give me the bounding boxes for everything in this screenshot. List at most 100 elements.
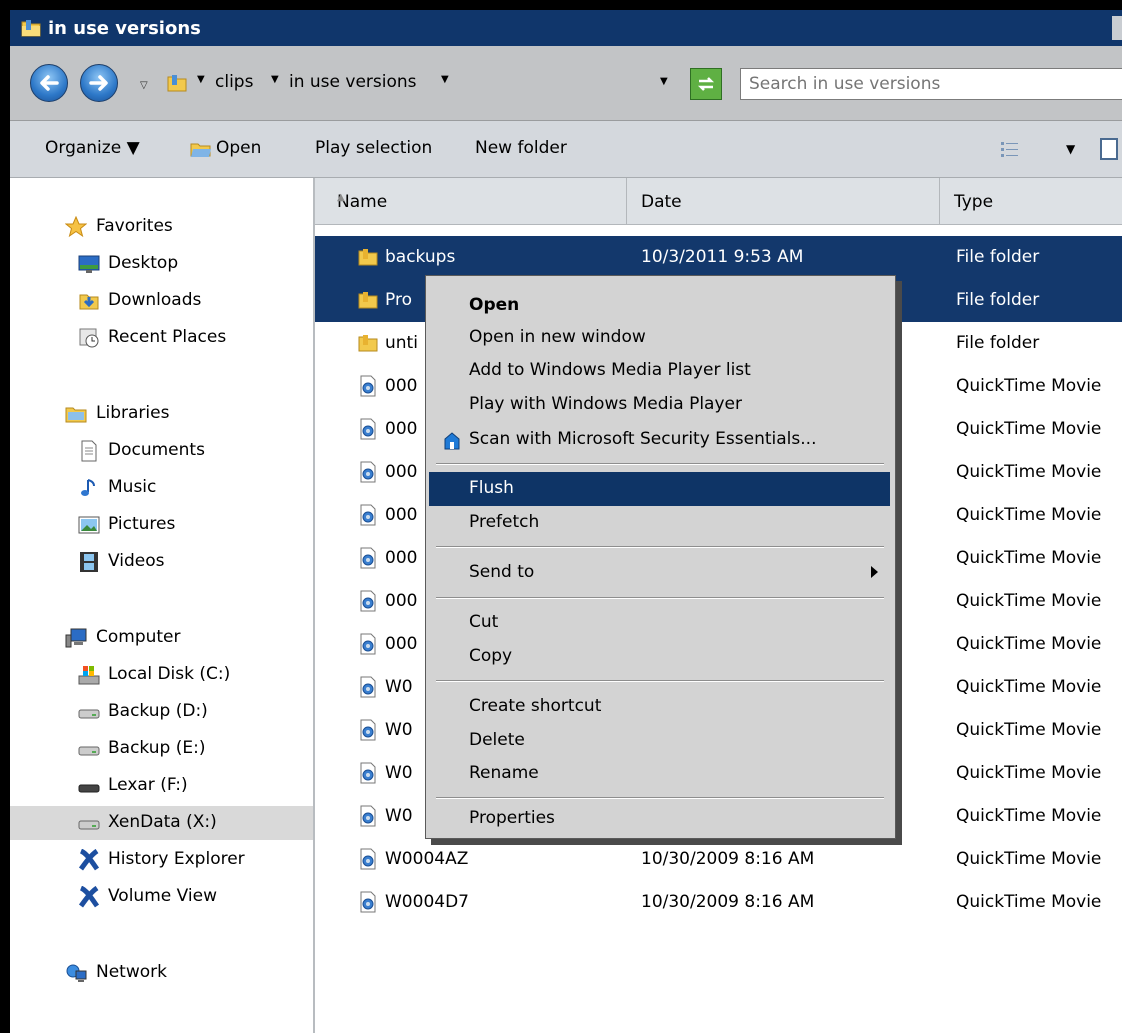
file-name: 000: [385, 376, 418, 396]
menu-item-rename[interactable]: Rename: [429, 757, 890, 791]
drive-icon: [78, 738, 100, 760]
nav-label: History Explorer: [108, 849, 245, 869]
column-type[interactable]: Type: [939, 178, 1122, 224]
quicktime-movie-icon: [357, 590, 379, 612]
column-date[interactable]: Date: [626, 178, 940, 224]
nav-volume-view[interactable]: Volume View: [10, 880, 313, 914]
nav-downloads[interactable]: Downloads: [10, 284, 313, 318]
menu-item-open[interactable]: Open: [429, 289, 890, 323]
menu-separator: [436, 546, 884, 548]
nav-backup-d[interactable]: Backup (D:): [10, 695, 313, 729]
menu-item-copy[interactable]: Copy: [429, 640, 890, 674]
nav-label: Computer: [96, 627, 181, 647]
menu-item-flush[interactable]: Flush: [429, 472, 890, 506]
view-options-icon[interactable]: [1000, 140, 1020, 158]
column-name[interactable]: Name ▲: [315, 178, 627, 224]
refresh-icon: [697, 77, 715, 91]
organize-button[interactable]: Organize ▼: [45, 138, 140, 158]
quicktime-movie-icon: [357, 719, 379, 741]
breadcrumb-in-use-versions[interactable]: in use versions: [289, 72, 417, 92]
recent-pages-dropdown[interactable]: ▽: [140, 80, 148, 91]
file-type: QuickTime Movie: [956, 591, 1102, 611]
chevron-down-icon[interactable]: ▼: [441, 74, 449, 85]
menu-separator: [436, 463, 884, 465]
nav-libraries[interactable]: Libraries: [10, 397, 313, 431]
nav-label: Videos: [108, 551, 165, 571]
nav-desktop[interactable]: Desktop: [10, 247, 313, 281]
menu-item-prefetch[interactable]: Prefetch: [429, 506, 890, 540]
menu-item-cut[interactable]: Cut: [429, 606, 890, 640]
address-history-dropdown[interactable]: ▼: [660, 76, 668, 87]
back-button[interactable]: [30, 64, 68, 102]
search-input[interactable]: [747, 73, 1121, 95]
view-dropdown[interactable]: ▼: [1066, 142, 1075, 156]
file-row[interactable]: W0004D7 10/30/2009 8:16 AM QuickTime Movie: [315, 881, 1122, 924]
nav-documents[interactable]: Documents: [10, 434, 313, 468]
forward-button[interactable]: [80, 64, 118, 102]
file-name: 000: [385, 419, 418, 439]
file-name: W0: [385, 806, 413, 826]
file-name: 000: [385, 548, 418, 568]
security-essentials-icon: [441, 430, 463, 452]
open-button[interactable]: Open: [216, 138, 261, 158]
folder-icon: [357, 289, 379, 311]
chevron-down-icon[interactable]: ▼: [271, 74, 279, 85]
file-date: 10/30/2009 8:16 AM: [641, 849, 815, 869]
window-title: in use versions: [48, 18, 201, 39]
nav-label: Backup (D:): [108, 701, 208, 721]
nav-label: Downloads: [108, 290, 202, 310]
nav-network[interactable]: Network: [10, 956, 313, 990]
nav-recent-places[interactable]: Recent Places: [10, 321, 313, 355]
menu-item-send-to[interactable]: Send to: [429, 556, 890, 590]
nav-pictures[interactable]: Pictures: [10, 508, 313, 542]
open-folder-icon: [190, 138, 212, 160]
play-selection-button[interactable]: Play selection: [315, 138, 432, 158]
menu-item-play-with-wmp[interactable]: Play with Windows Media Player: [429, 388, 890, 422]
nav-videos[interactable]: Videos: [10, 545, 313, 579]
menu-item-add-to-wmp-list[interactable]: Add to Windows Media Player list: [429, 354, 890, 388]
nav-xendata[interactable]: XenData (X:): [10, 806, 313, 840]
file-name: 000: [385, 505, 418, 525]
menu-label: Send to: [469, 562, 535, 582]
nav-local-disk[interactable]: Local Disk (C:): [10, 658, 313, 692]
menu-item-open-new-window[interactable]: Open in new window: [429, 321, 890, 355]
file-name: W0004AZ: [385, 849, 469, 869]
menu-item-create-shortcut[interactable]: Create shortcut: [429, 690, 890, 724]
preview-pane-icon[interactable]: [1100, 138, 1118, 160]
forward-arrow-icon: [89, 75, 108, 91]
file-name: 000: [385, 591, 418, 611]
menu-item-delete[interactable]: Delete: [429, 724, 890, 758]
nav-label: Volume View: [108, 886, 217, 906]
libraries-icon: [65, 403, 87, 425]
menu-label: Prefetch: [469, 512, 540, 532]
nav-label: Backup (E:): [108, 738, 206, 758]
menu-item-scan-mse[interactable]: Scan with Microsoft Security Essentials.…: [429, 423, 890, 457]
folder-icon: [20, 17, 42, 39]
file-type: QuickTime Movie: [956, 419, 1102, 439]
breadcrumb-clips[interactable]: clips: [215, 72, 253, 92]
file-type: QuickTime Movie: [956, 892, 1102, 912]
chevron-down-icon[interactable]: ▼: [197, 74, 205, 85]
file-name: backups: [385, 247, 456, 267]
nav-backup-e[interactable]: Backup (E:): [10, 732, 313, 766]
submenu-arrow-icon: [871, 566, 878, 578]
network-drive-icon: [78, 812, 100, 834]
menu-item-properties[interactable]: Properties: [429, 806, 890, 834]
window-controls[interactable]: [1112, 16, 1122, 40]
file-name: W0: [385, 720, 413, 740]
nav-history-explorer[interactable]: History Explorer: [10, 843, 313, 877]
nav-lexar[interactable]: Lexar (F:): [10, 769, 313, 803]
file-date: 10/3/2011 9:53 AM: [641, 247, 804, 267]
nav-favorites[interactable]: Favorites: [10, 210, 313, 244]
file-type: QuickTime Movie: [956, 849, 1102, 869]
file-row[interactable]: backups 10/3/2011 9:53 AM File folder: [315, 236, 1122, 279]
nav-label: Libraries: [96, 403, 170, 423]
file-row[interactable]: W0004AZ 10/30/2009 8:16 AM QuickTime Movie: [315, 838, 1122, 881]
nav-music[interactable]: Music: [10, 471, 313, 505]
refresh-button[interactable]: [690, 68, 722, 100]
nav-computer[interactable]: Computer: [10, 621, 313, 655]
new-folder-button[interactable]: New folder: [475, 138, 567, 158]
context-menu: Open Open in new window Add to Windows M…: [425, 275, 896, 839]
nav-label: Documents: [108, 440, 205, 460]
menu-label: Copy: [469, 646, 513, 666]
